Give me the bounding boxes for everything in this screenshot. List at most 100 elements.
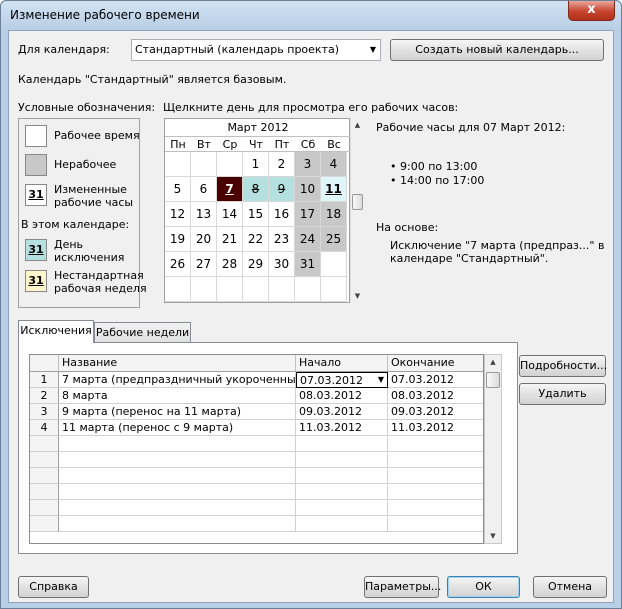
calendar-day-10[interactable]: 10 — [295, 177, 321, 202]
calendar-day-26[interactable]: 26 — [165, 252, 191, 277]
table-scroll-up-icon[interactable]: ▲ — [485, 355, 501, 369]
calendar-combobox[interactable]: Стандартный (календарь проекта) ▼ — [131, 39, 381, 61]
cell-name[interactable] — [59, 468, 296, 484]
calendar-day-21[interactable]: 21 — [217, 227, 243, 252]
change-working-time-dialog: Изменение рабочего времени x Для календа… — [0, 0, 622, 609]
help-button[interactable]: Справка — [18, 576, 89, 598]
cell-start[interactable] — [296, 436, 388, 452]
row-number[interactable] — [30, 468, 59, 484]
calendar-day-19[interactable]: 19 — [165, 227, 191, 252]
close-button[interactable]: x — [568, 1, 615, 21]
calendar-day-4[interactable]: 4 — [321, 152, 347, 177]
cell-end[interactable] — [388, 500, 483, 516]
cell-start[interactable]: 08.03.2012 — [296, 388, 388, 404]
cell-start[interactable]: 09.03.2012 — [296, 404, 388, 420]
cell-name[interactable] — [59, 436, 296, 452]
calendar-day-28[interactable]: 28 — [217, 252, 243, 277]
calendar-day-2[interactable]: 2 — [269, 152, 295, 177]
cell-end[interactable] — [388, 436, 483, 452]
column-header-name[interactable]: Название — [59, 355, 296, 372]
row-number[interactable] — [30, 500, 59, 516]
cell-start[interactable] — [296, 484, 388, 500]
calendar-day-22[interactable]: 22 — [243, 227, 269, 252]
cell-name[interactable] — [59, 500, 296, 516]
cell-end[interactable]: 09.03.2012 — [388, 404, 483, 420]
cell-start[interactable] — [296, 468, 388, 484]
calendar-day-27[interactable]: 27 — [191, 252, 217, 277]
row-number[interactable] — [30, 516, 59, 532]
cell-name[interactable]: 8 марта — [59, 388, 296, 404]
table-scroll-thumb[interactable] — [486, 372, 500, 388]
cell-name[interactable] — [59, 484, 296, 500]
calendar-scroll-thumb[interactable] — [352, 194, 363, 210]
calendar-day-18[interactable]: 18 — [321, 202, 347, 227]
calendar-day-1[interactable]: 1 — [243, 152, 269, 177]
cell-name[interactable] — [59, 452, 296, 468]
chevron-down-icon[interactable]: ▼ — [370, 45, 376, 54]
options-button[interactable]: Параметры... — [364, 576, 441, 598]
cell-name[interactable]: 11 марта (перенос с 9 марта) — [59, 420, 296, 436]
calendar-day-9[interactable]: 9 — [269, 177, 295, 202]
calendar-day-25[interactable]: 25 — [321, 227, 347, 252]
cell-start[interactable] — [296, 452, 388, 468]
exception-day-swatch-text: 31 — [28, 243, 44, 256]
ok-button[interactable]: ОК — [447, 576, 520, 598]
calendar-day-8[interactable]: 8 — [243, 177, 269, 202]
calendar-day-17[interactable]: 17 — [295, 202, 321, 227]
calendar-day-12[interactable]: 12 — [165, 202, 191, 227]
row-number[interactable]: 3 — [30, 404, 59, 420]
calendar-scrollbar[interactable]: ▲ ▼ — [350, 118, 364, 303]
cell-name[interactable]: 7 марта (предпраздничный укороченный ден — [59, 372, 296, 388]
row-number-header — [30, 355, 59, 372]
cell-end[interactable]: 11.03.2012 — [388, 420, 483, 436]
cancel-button[interactable]: Отмена — [533, 576, 607, 598]
calendar-day-24[interactable]: 24 — [295, 227, 321, 252]
calendar-day-6[interactable]: 6 — [191, 177, 217, 202]
calendar-day-30[interactable]: 30 — [269, 252, 295, 277]
row-number[interactable] — [30, 484, 59, 500]
tab-exceptions[interactable]: Исключения — [18, 320, 94, 343]
calendar-day-11[interactable]: 11 — [321, 177, 347, 202]
cell-start[interactable] — [296, 500, 388, 516]
cell-end[interactable]: 07.03.2012 — [388, 372, 483, 388]
calendar-day-29[interactable]: 29 — [243, 252, 269, 277]
calendar-day-15[interactable]: 15 — [243, 202, 269, 227]
row-number[interactable] — [30, 436, 59, 452]
cell-end[interactable]: 08.03.2012 — [388, 388, 483, 404]
calendar-day-3[interactable]: 3 — [295, 152, 321, 177]
create-calendar-button[interactable]: Создать новый календарь... — [390, 39, 604, 61]
row-number[interactable]: 4 — [30, 420, 59, 436]
details-button[interactable]: Подробности... — [519, 355, 607, 377]
calendar-day-5[interactable]: 5 — [165, 177, 191, 202]
cell-end[interactable] — [388, 452, 483, 468]
table-scrollbar[interactable]: ▲ ▼ — [484, 354, 502, 544]
calendar-day-16[interactable]: 16 — [269, 202, 295, 227]
cell-name[interactable] — [59, 516, 296, 532]
cell-start[interactable] — [296, 516, 388, 532]
row-number[interactable]: 2 — [30, 388, 59, 404]
row-number[interactable] — [30, 452, 59, 468]
scroll-down-icon[interactable]: ▼ — [351, 289, 364, 303]
row-number[interactable]: 1 — [30, 372, 59, 388]
calendar-day-20[interactable]: 20 — [191, 227, 217, 252]
scroll-up-icon[interactable]: ▲ — [351, 118, 364, 132]
table-scroll-down-icon[interactable]: ▼ — [485, 529, 501, 543]
column-header-end[interactable]: Окончание — [388, 355, 483, 372]
weekday-wed: Ср — [222, 138, 238, 151]
tab-work-weeks[interactable]: Рабочие недели — [94, 322, 191, 343]
calendar-day-13[interactable]: 13 — [191, 202, 217, 227]
cell-start[interactable]: 11.03.2012 — [296, 420, 388, 436]
date-dropdown-icon[interactable]: ▼ — [375, 374, 387, 386]
column-header-start[interactable]: Начало — [296, 355, 388, 372]
cell-end[interactable] — [388, 468, 483, 484]
cell-end[interactable] — [388, 516, 483, 532]
calendar-day-14[interactable]: 14 — [217, 202, 243, 227]
legend-nonworking-label: Нерабочее — [54, 158, 117, 171]
calendar-day-23[interactable]: 23 — [269, 227, 295, 252]
delete-button[interactable]: Удалить — [519, 383, 606, 405]
title-bar[interactable]: Изменение рабочего времени x — [1, 1, 621, 29]
calendar-day-31[interactable]: 31 — [295, 252, 321, 277]
cell-name[interactable]: 9 марта (перенос на 11 марта) — [59, 404, 296, 420]
cell-end[interactable] — [388, 484, 483, 500]
calendar-day-7[interactable]: 7 — [217, 177, 243, 202]
